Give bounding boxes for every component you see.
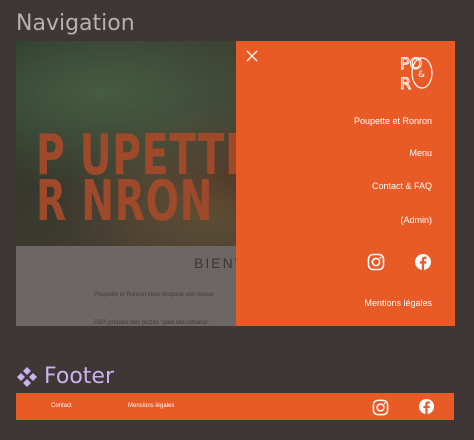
menu-legal-link[interactable]: Mentions légales bbox=[364, 298, 432, 308]
menu-item-contact-faq[interactable]: Contact & FAQ bbox=[372, 181, 432, 191]
footer-section-title: Footer bbox=[16, 364, 114, 389]
brand-logo-bottom: R bbox=[400, 74, 411, 92]
footer-bar: Contact Mensions légales bbox=[16, 393, 454, 420]
footer-link-contact[interactable]: Contact bbox=[51, 403, 72, 409]
menu-item-admin[interactable]: (Admin) bbox=[400, 215, 432, 225]
menu-item-menu[interactable]: Menu bbox=[409, 148, 432, 158]
brand-logo-amp: & bbox=[418, 70, 425, 80]
footer-link-legal[interactable]: Mensions légales bbox=[128, 403, 174, 409]
instagram-icon bbox=[372, 399, 389, 416]
close-menu-button[interactable] bbox=[245, 49, 259, 63]
footer-title-text: Footer bbox=[44, 364, 114, 389]
component-diamond-icon bbox=[17, 366, 37, 387]
navigation-menu-panel: PO R & Poupette et Ronron Menu Contact &… bbox=[236, 41, 455, 326]
footer-instagram-link[interactable] bbox=[372, 399, 389, 421]
instagram-link[interactable] bbox=[367, 253, 385, 273]
instagram-icon bbox=[367, 253, 385, 271]
facebook-icon bbox=[418, 398, 435, 415]
navigation-section-title: Navigation bbox=[16, 11, 135, 36]
brand-logo[interactable]: PO R & bbox=[398, 50, 434, 94]
facebook-icon bbox=[415, 254, 431, 270]
menu-item-poupette-et-ronron[interactable]: Poupette et Ronron bbox=[354, 116, 432, 126]
facebook-link[interactable] bbox=[414, 253, 432, 273]
footer-facebook-link[interactable] bbox=[418, 398, 435, 420]
close-icon bbox=[246, 50, 258, 62]
